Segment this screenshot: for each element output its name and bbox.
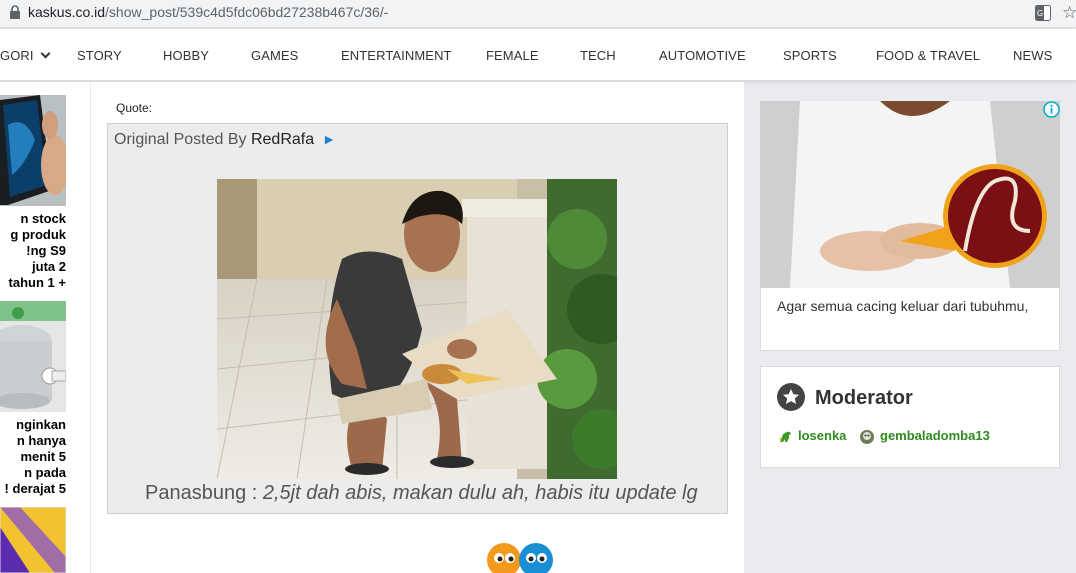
url-path: /show_post/539c4d5fdc06bd27238b467c/36/- bbox=[105, 4, 389, 20]
sidebar-thumbnail-phone[interactable] bbox=[0, 95, 66, 206]
dinosaur-icon bbox=[779, 431, 791, 443]
original-posted-by: Original Posted By RedRafa ► bbox=[114, 131, 336, 148]
quote-username-link[interactable]: RedRafa bbox=[251, 131, 314, 148]
bookmark-star-icon[interactable]: ☆ bbox=[1062, 3, 1076, 23]
url-host: kaskus.co.id bbox=[28, 4, 106, 20]
ad-image[interactable] bbox=[760, 101, 1060, 288]
star-badge-icon bbox=[777, 383, 805, 411]
browser-address-bar[interactable]: kaskus.co.id/show_post/539c4d5fdc06bd272… bbox=[0, 0, 1076, 28]
nav-item-hobby[interactable]: HOBBY bbox=[163, 48, 209, 63]
nav-item-kategori[interactable]: GORI bbox=[0, 48, 51, 63]
url-text[interactable]: kaskus.co.id/show_post/539c4d5fdc06bd272… bbox=[28, 4, 388, 20]
sidebar-item-text[interactable]: nginkan n hanya 5 menit n pada 5 derajat… bbox=[0, 417, 66, 497]
post-caption: Panasbung : 2,5jt dah abis, makan dulu a… bbox=[145, 482, 698, 504]
view-post-arrow-icon[interactable]: ► bbox=[322, 131, 336, 147]
nav-item-games[interactable]: GAMES bbox=[251, 48, 298, 63]
nav-item-story[interactable]: STORY bbox=[77, 48, 122, 63]
category-nav: GORI STORY HOBBY GAMES ENTERTAINMENT FEM… bbox=[0, 29, 1076, 81]
sidebar-thumbnail-appliance[interactable] bbox=[0, 301, 66, 412]
sidebar-thumbnail-promo[interactable] bbox=[0, 507, 66, 573]
lock-icon bbox=[10, 5, 20, 19]
moderator-heading: Moderator bbox=[815, 387, 913, 409]
nav-item-food-travel[interactable]: FOOD & TRAVEL bbox=[876, 48, 980, 63]
nav-item-sports[interactable]: SPORTS bbox=[783, 48, 837, 63]
nav-item-female[interactable]: FEMALE bbox=[486, 48, 539, 63]
ad-info-icon[interactable] bbox=[1043, 101, 1060, 118]
nav-item-entertainment[interactable]: ENTERTAINMENT bbox=[341, 48, 452, 63]
nav-item-label: GORI bbox=[0, 48, 34, 63]
nav-item-tech[interactable]: TECH bbox=[580, 48, 616, 63]
moderator-card bbox=[760, 366, 1060, 468]
post-image bbox=[217, 179, 617, 479]
translate-icon[interactable]: G bbox=[1035, 5, 1051, 21]
sheep-icon bbox=[860, 430, 874, 445]
moderator-link-losenka[interactable]: losenka bbox=[778, 428, 846, 444]
sidebar-item-text[interactable]: n stock g produk ng S9! 2 juta + 1 tahun bbox=[0, 211, 66, 291]
svg-text:G: G bbox=[1037, 9, 1043, 18]
nav-item-automotive[interactable]: AUTOMOTIVE bbox=[659, 48, 746, 63]
nav-item-news[interactable]: NEWS bbox=[1013, 48, 1052, 63]
quote-label: Quote: bbox=[116, 101, 153, 115]
kaskus-emoticon-icon bbox=[487, 543, 553, 573]
moderator-link-gembaladomba13[interactable]: gembaladomba13 bbox=[859, 428, 990, 445]
ad-headline[interactable]: Agar semua cacing keluar dari tubuhmu, bbox=[777, 298, 1028, 314]
chevron-down-icon bbox=[40, 48, 51, 59]
